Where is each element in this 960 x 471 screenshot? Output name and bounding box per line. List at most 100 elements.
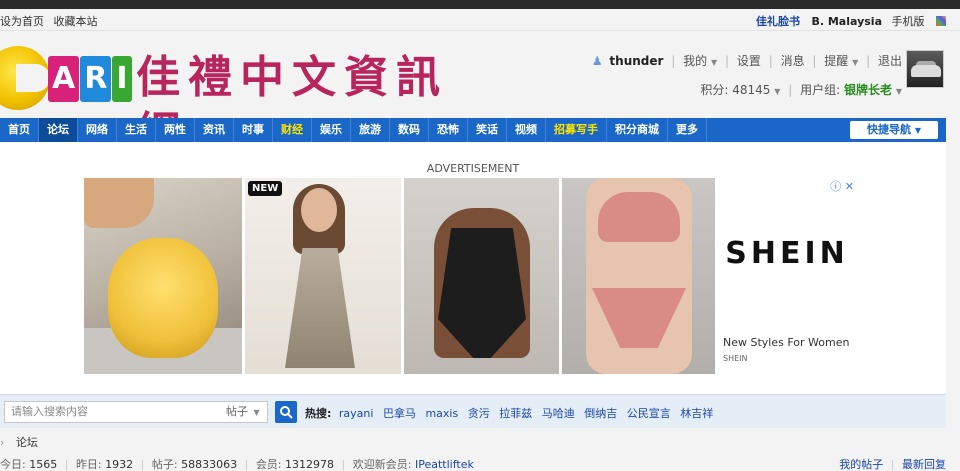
country-selector[interactable]: B. Malaysia <box>811 15 882 28</box>
hot-search-tag[interactable]: maxis <box>425 407 458 420</box>
ad-brand-panel[interactable]: ⓘ ✕ SHEIN New Styles For Women SHEIN <box>718 178 856 374</box>
ad-bra-shape <box>598 192 680 242</box>
nav-item-travel[interactable]: 旅游 <box>351 118 390 142</box>
user-icon: ♟ <box>591 54 603 68</box>
search-bar: 请输入搜索内容 帖子 ▼ 热搜: rayani 巴拿马 maxis 贪污 拉菲兹… <box>0 394 946 428</box>
ad-dress-shape <box>285 248 355 368</box>
home-icon[interactable]: › <box>0 436 4 449</box>
nav-item-info[interactable]: 资讯 <box>195 118 234 142</box>
nav-item-more[interactable]: 更多 <box>668 118 707 142</box>
user-group-label: 用户组: <box>800 83 841 97</box>
separator: | <box>788 83 793 97</box>
user-links-row: ♟ thunder | 我的 ▼ | 设置 | 消息 | 提醒 ▼ | 退出 <box>592 52 902 69</box>
username-link[interactable]: thunder <box>609 54 663 68</box>
stats-links: 我的帖子 | 最新回复 <box>839 456 946 471</box>
latest-replies-link[interactable]: 最新回复 <box>902 458 946 471</box>
ad-slogan: New Styles For Women <box>723 336 850 349</box>
newest-member-link[interactable]: IPeattliftek <box>415 458 474 471</box>
hot-search-label: 热搜: <box>305 407 332 420</box>
ad-label: ADVERTISEMENT <box>426 162 520 175</box>
search-input[interactable]: 请输入搜索内容 <box>4 401 222 423</box>
hot-search-tag[interactable]: rayani <box>339 407 374 420</box>
nav-item-current-affairs[interactable]: 时事 <box>234 118 273 142</box>
ad-image-bodysuit[interactable] <box>404 178 559 374</box>
new-badge: NEW <box>248 181 283 196</box>
newest-member-label: 欢迎新会员: <box>352 458 412 471</box>
hot-search-tag[interactable]: 公民宣言 <box>627 407 671 420</box>
ad-brand-name: SHEIN <box>725 236 849 271</box>
nav-item-digital[interactable]: 数码 <box>390 118 429 142</box>
chevron-down-icon: ▼ <box>774 87 781 96</box>
separator: | <box>244 458 249 471</box>
set-home-link[interactable]: 设为首页 <box>0 15 44 28</box>
facebook-link[interactable]: 佳礼脸书 <box>756 15 800 28</box>
user-stats-row: 积分: 48145 ▼ | 用户组: 银牌长老 ▼ <box>592 81 902 98</box>
nav-item-jokes[interactable]: 笑话 <box>468 118 507 142</box>
nav-item-forum[interactable]: 论坛 <box>39 118 78 142</box>
separator: | <box>341 458 346 471</box>
hot-search-tag[interactable]: 拉菲兹 <box>499 407 532 420</box>
separator: | <box>671 54 676 68</box>
posts-count: 58833063 <box>181 458 238 471</box>
yesterday-count: 1932 <box>105 458 134 471</box>
hot-search-tag[interactable]: 林吉祥 <box>680 407 713 420</box>
site-logo[interactable]: A R I 佳禮中文資訊網 <box>0 42 470 159</box>
my-menu[interactable]: 我的 <box>683 54 707 68</box>
chevron-down-icon: ▼ <box>895 87 902 96</box>
hot-search-tag[interactable]: 马哈迪 <box>542 407 575 420</box>
chevron-down-icon: ▼ <box>710 58 718 67</box>
avatar-car-body <box>911 65 941 77</box>
messages-link[interactable]: 消息 <box>781 54 805 68</box>
settings-link[interactable]: 设置 <box>737 54 761 68</box>
user-avatar[interactable] <box>906 50 944 88</box>
nav-item-points-mall[interactable]: 积分商城 <box>607 118 668 142</box>
separator: | <box>890 458 895 471</box>
chevron-down-icon: ▼ <box>253 408 260 417</box>
nav-item-entertainment[interactable]: 娱乐 <box>312 118 351 142</box>
ad-image-dress[interactable]: NEW <box>245 178 401 374</box>
today-count: 1565 <box>29 458 58 471</box>
ad-hand-shape <box>84 178 154 228</box>
chevron-down-icon: ▼ <box>852 58 859 67</box>
separator: | <box>64 458 69 471</box>
my-posts-link[interactable]: 我的帖子 <box>839 458 883 471</box>
nav-item-video[interactable]: 视频 <box>507 118 546 142</box>
ad-image-lingerie[interactable] <box>562 178 715 374</box>
hot-search-tag[interactable]: 贪污 <box>468 407 490 420</box>
topbar-left: 设为首页 收藏本站 <box>0 13 104 29</box>
hot-search-tag[interactable]: 倒纳吉 <box>584 407 617 420</box>
search-button[interactable] <box>275 401 297 423</box>
points-menu[interactable]: 积分: 48145 <box>700 83 770 97</box>
breadcrumb-current[interactable]: 论坛 <box>16 436 38 449</box>
notifications-menu[interactable]: 提醒 <box>824 54 848 68</box>
separator: | <box>812 54 817 68</box>
ad-head-shape <box>301 188 337 232</box>
user-group-link[interactable]: 银牌长老 <box>844 83 892 97</box>
logo-letters: A R I <box>48 56 133 102</box>
qr-code-icon[interactable] <box>936 16 946 26</box>
nav-item-life[interactable]: 生活 <box>117 118 156 142</box>
nav-item-relationships[interactable]: 两性 <box>156 118 195 142</box>
adchoices-icon[interactable]: ⓘ ✕ <box>830 178 854 194</box>
nav-item-horror[interactable]: 恐怖 <box>429 118 468 142</box>
nav-item-network[interactable]: 网络 <box>78 118 117 142</box>
logout-link[interactable]: 退出 <box>878 54 902 68</box>
quick-nav-button[interactable]: 快捷导航 ▼ <box>850 121 938 139</box>
nav-item-home[interactable]: 首页 <box>0 118 39 142</box>
yesterday-label: 昨日: <box>75 458 102 471</box>
mobile-version-link[interactable]: 手机版 <box>892 15 925 28</box>
logo-letter-a: A <box>48 56 80 102</box>
search-type-select[interactable]: 帖子 ▼ <box>220 401 268 423</box>
posts-label: 帖子: <box>151 458 178 471</box>
bookmark-link[interactable]: 收藏本站 <box>54 15 98 28</box>
hot-search-tag[interactable]: 巴拿马 <box>383 407 416 420</box>
ad-sub-brand: SHEIN <box>723 354 748 363</box>
topbar-right: 佳礼脸书 B. Malaysia 手机版 <box>756 13 946 29</box>
user-info-box: ♟ thunder | 我的 ▼ | 设置 | 消息 | 提醒 ▼ | 退出 积… <box>592 52 902 98</box>
ad-image-pineapple[interactable] <box>84 178 242 374</box>
ad-pineapple-shape <box>108 238 218 358</box>
nav-item-finance[interactable]: 财经 <box>273 118 312 142</box>
nav-item-recruit-writers[interactable]: 招募写手 <box>546 118 607 142</box>
separator: | <box>866 54 871 68</box>
members-label: 会员: <box>255 458 282 471</box>
